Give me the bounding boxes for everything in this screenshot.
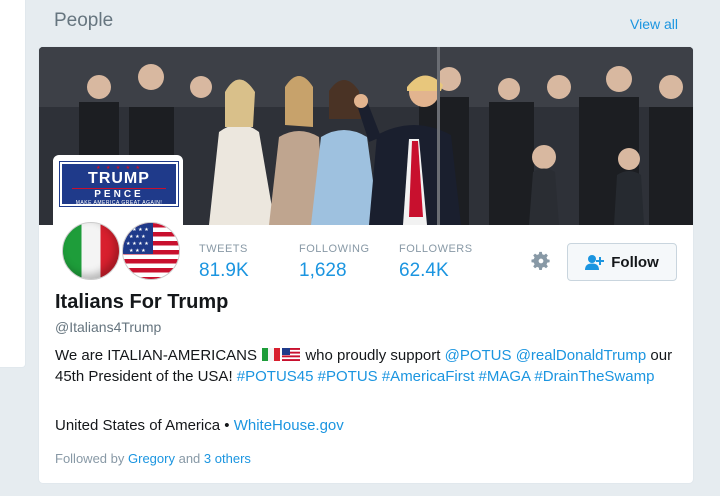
- mention-link[interactable]: @POTUS: [445, 347, 512, 364]
- view-all-link[interactable]: View all: [630, 16, 678, 32]
- stat-value: 81.9K: [199, 260, 249, 281]
- hashtag-link[interactable]: #POTUS45: [237, 368, 314, 385]
- profile-handle[interactable]: @Italians4Trump: [55, 319, 161, 335]
- followed-by-prefix: Followed by: [55, 451, 125, 466]
- mention-link[interactable]: @realDonaldTrump: [516, 347, 647, 364]
- svg-text:★ ★ ★: ★ ★ ★: [129, 234, 146, 240]
- profile-stats: TWEETS 81.9K FOLLOWING 1,628 FOLLOWERS 6…: [199, 243, 499, 282]
- trump-pence-sign: ★ ★ ★ ★ ★ TRUMP PENCE MAKE AMERICA GREAT…: [59, 161, 179, 207]
- profile-location-line: United States of America • WhiteHouse.go…: [55, 417, 344, 434]
- stat-label: FOLLOWERS: [399, 243, 473, 255]
- gear-icon[interactable]: [530, 250, 552, 272]
- module-title: People: [54, 10, 114, 31]
- left-panel: [0, 0, 26, 368]
- followed-by-conj: and: [178, 451, 201, 466]
- svg-text:★ ★ ★ ★: ★ ★ ★ ★: [126, 227, 149, 233]
- stat-followers[interactable]: FOLLOWERS 62.4K: [399, 243, 499, 282]
- separator: •: [224, 417, 230, 434]
- sign-line-2: PENCE: [94, 189, 144, 200]
- follower-link[interactable]: Gregory: [128, 451, 175, 466]
- others-link[interactable]: 3 others: [204, 451, 251, 466]
- bio-text: who proudly support: [305, 347, 441, 364]
- people-module: People View all ★ ★ ★ ★ ★ TRUMP PENCE MA…: [26, 0, 720, 496]
- hashtag-link[interactable]: #DrainTheSwamp: [534, 368, 654, 385]
- hashtag-link[interactable]: #AmericaFirst: [382, 368, 475, 385]
- add-user-icon: [585, 255, 605, 270]
- stat-label: FOLLOWING: [299, 243, 370, 255]
- sign-line-3: MAKE AMERICA GREAT AGAIN!: [75, 200, 163, 206]
- follow-button-label: Follow: [611, 253, 659, 271]
- stat-tweets[interactable]: TWEETS 81.9K: [199, 243, 299, 282]
- followed-by: Followed by Gregory and 3 others: [55, 451, 251, 466]
- stat-value: 1,628: [299, 260, 347, 281]
- profile-card[interactable]: ★ ★ ★ ★ ★ TRUMP PENCE MAKE AMERICA GREAT…: [38, 46, 694, 484]
- italy-flag-icon: [62, 222, 120, 280]
- usa-flag-emoji-icon: [282, 348, 301, 361]
- italy-flag-emoji-icon: [262, 348, 281, 361]
- stat-label: TWEETS: [199, 243, 248, 255]
- bio-text: We are ITALIAN-AMERICANS: [55, 347, 257, 364]
- sign-line-1: TRUMP: [88, 170, 150, 187]
- profile-avatar[interactable]: ★ ★ ★ ★ ★ TRUMP PENCE MAKE AMERICA GREAT…: [53, 155, 183, 285]
- hashtag-link[interactable]: #POTUS: [318, 368, 378, 385]
- svg-text:★ ★ ★: ★ ★ ★: [129, 248, 146, 254]
- follow-button[interactable]: Follow: [567, 243, 677, 281]
- hashtag-link[interactable]: #MAGA: [479, 368, 531, 385]
- profile-location: United States of America: [55, 417, 221, 434]
- profile-bio: We are ITALIAN-AMERICANS who proudly sup…: [55, 345, 685, 387]
- profile-name[interactable]: Italians For Trump: [55, 291, 228, 314]
- stat-value: 62.4K: [399, 260, 449, 281]
- website-link[interactable]: WhiteHouse.gov: [234, 417, 344, 434]
- svg-text:★ ★ ★ ★: ★ ★ ★ ★: [126, 241, 149, 247]
- usa-flag-icon: ★ ★ ★ ★ ★ ★ ★ ★ ★ ★ ★ ★ ★ ★: [122, 222, 180, 280]
- stat-following[interactable]: FOLLOWING 1,628: [299, 243, 399, 282]
